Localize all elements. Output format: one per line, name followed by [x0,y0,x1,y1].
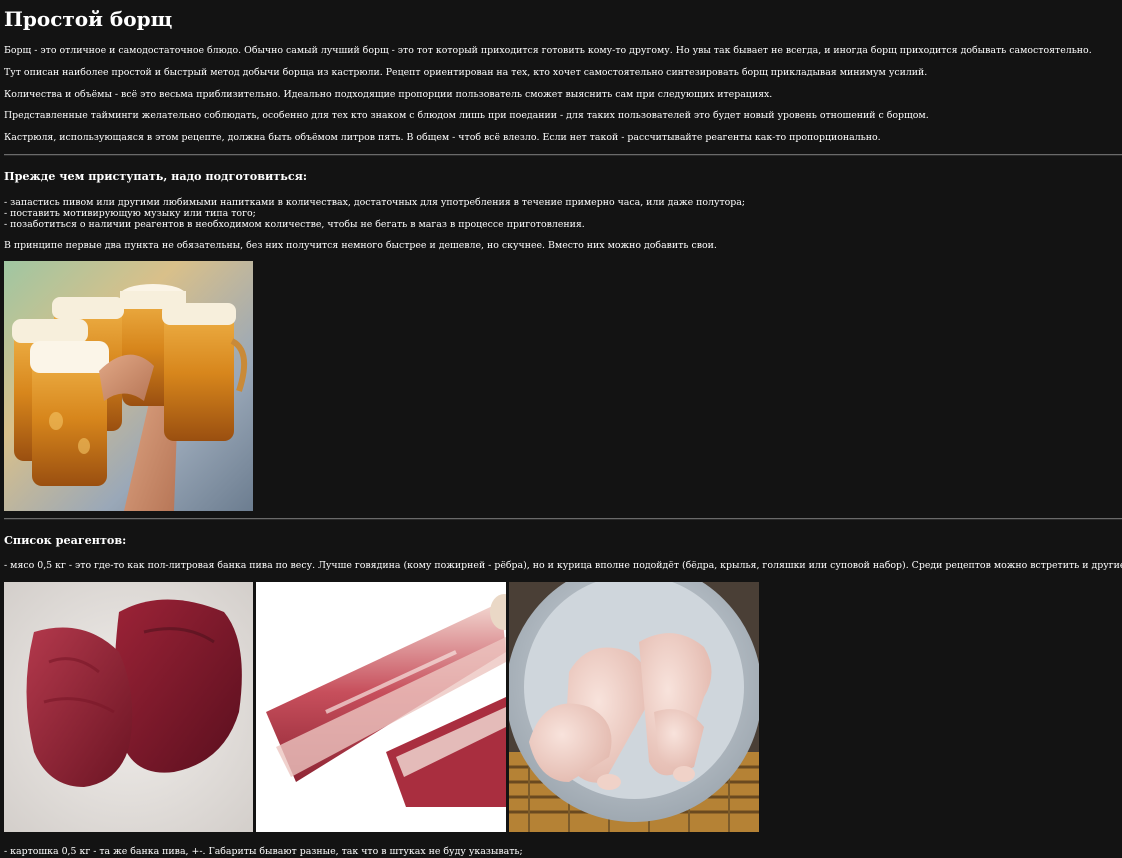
prep-item: - запастись пивом или другими любимыми н… [4,197,746,208]
page: Простой борщ Борщ - это отличное и самод… [0,0,1122,858]
beef-photo [4,582,253,832]
reagent-meat: - мясо 0,5 кг - это где-то как пол-литро… [4,560,1122,571]
intro-paragraph-3: Количества и объёмы - всё это весьма при… [4,89,773,100]
intro-paragraph-1: Борщ - это отличное и самодостаточное бл… [4,45,1092,56]
beef-ribs-photo [256,582,506,832]
intro-paragraph-2: Тут описан наиболее простой и быстрый ме… [4,67,928,78]
section-divider [4,154,1122,156]
beer-mugs-photo [4,261,253,511]
prep-heading: Прежде чем приступать, надо подготовитьс… [4,169,308,183]
reagents-heading: Список реагентов: [4,533,127,547]
prep-item: - позаботиться о наличии реагентов в нео… [4,219,585,230]
intro-paragraph-4: Представленные тайминги желательно соблю… [4,110,929,121]
intro-paragraph-5: Кастрюля, использующаяся в этом рецепте,… [4,132,881,143]
prep-item: - поставить мотивирующую музыку или типа… [4,208,256,219]
chicken-drumsticks-photo [509,582,759,832]
page-title: Простой борщ [4,7,173,31]
prep-note: В принципе первые два пункта не обязател… [4,240,717,251]
section-divider [4,518,1122,520]
reagent-potato: - картошка 0,5 кг - та же банка пива, +-… [4,846,523,857]
